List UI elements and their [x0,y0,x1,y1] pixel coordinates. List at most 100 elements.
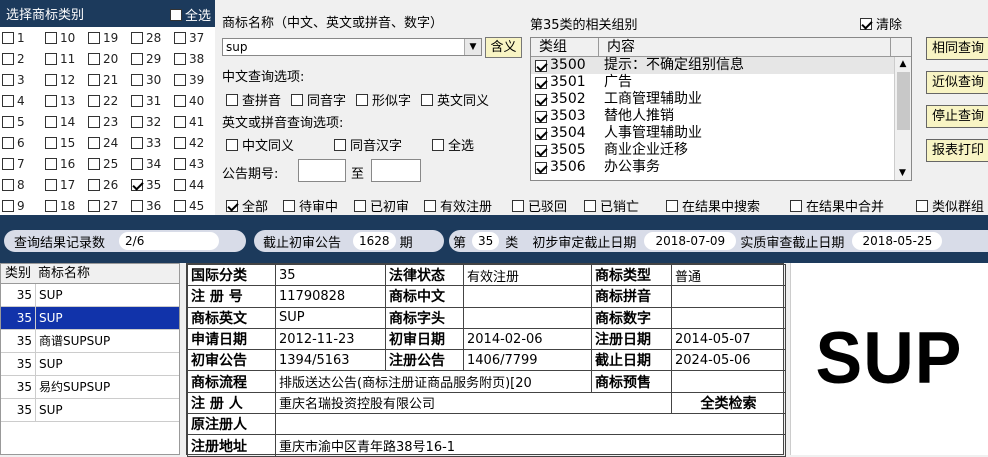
category-option[interactable]: 7 [0,157,43,171]
category-option[interactable]: 12 [43,73,86,87]
category-checkbox[interactable] [2,115,14,128]
select-all-categories[interactable]: 全选 [169,5,211,24]
category-checkbox[interactable] [88,115,100,128]
group-row[interactable]: 3506 办公事务 [531,159,911,176]
category-option[interactable]: 34 [129,157,172,171]
category-checkbox[interactable] [2,94,14,107]
category-checkbox[interactable] [174,52,186,65]
category-checkbox[interactable] [88,199,100,212]
category-option[interactable]: 40 [172,94,215,108]
category-option[interactable]: 1 [0,31,43,45]
name-input[interactable]: sup [222,38,482,56]
group-list-scrollbar[interactable]: ▲ ▼ [894,57,911,180]
category-option[interactable]: 27 [86,199,129,213]
meaning-button[interactable]: 含义 [485,37,522,58]
category-checkbox[interactable] [45,157,57,170]
group-checkbox[interactable] [535,144,547,157]
category-checkbox[interactable] [45,73,57,86]
category-option[interactable]: 45 [172,199,215,213]
group-row[interactable]: 3500 提示：不确定组别信息 [531,57,911,74]
category-option[interactable]: 41 [172,115,215,129]
category-checkbox[interactable] [45,115,57,128]
category-option[interactable]: 24 [86,136,129,150]
category-checkbox[interactable] [131,31,143,44]
category-checkbox[interactable] [174,178,186,191]
category-option[interactable]: 22 [86,94,129,108]
query-option[interactable]: 查拼音 [226,90,281,109]
category-checkbox[interactable] [174,94,186,107]
query-option[interactable]: 中文同义 [226,135,294,154]
category-option[interactable]: 26 [86,178,129,192]
category-checkbox[interactable] [45,199,57,212]
category-checkbox[interactable] [131,52,143,65]
query-option[interactable]: 形似字 [356,90,411,109]
result-row[interactable]: 35 SUP [1,399,179,422]
category-checkbox[interactable] [2,73,14,86]
category-option[interactable]: 39 [172,73,215,87]
group-row[interactable]: 3501 广告 [531,74,911,91]
group-row[interactable]: 3502 工商管理辅助业 [531,91,911,108]
category-option[interactable]: 11 [43,52,86,66]
filter-all[interactable]: 全部 [226,196,268,215]
query-option[interactable]: 同音汉字 [334,135,402,154]
scroll-thumb[interactable] [896,72,910,130]
category-option[interactable]: 28 [129,31,172,45]
option-checkbox[interactable] [356,93,369,106]
category-checkbox[interactable] [88,52,100,65]
category-option[interactable]: 30 [129,73,172,87]
print-report-button[interactable]: 报表打印 [926,139,988,162]
group-checkbox[interactable] [535,76,547,89]
stop-query-button[interactable]: 停止查询 [926,105,988,128]
result-row[interactable]: 35 SUP [1,353,179,376]
category-option[interactable]: 35 [129,178,172,192]
category-option[interactable]: 32 [129,115,172,129]
category-checkbox[interactable] [45,52,57,65]
category-checkbox[interactable] [174,199,186,212]
category-checkbox[interactable] [131,157,143,170]
category-checkbox[interactable] [45,136,57,149]
category-checkbox[interactable] [174,31,186,44]
same-query-button[interactable]: 相同查询 [926,37,988,60]
group-checkbox[interactable] [535,161,547,174]
category-checkbox[interactable] [88,31,100,44]
similar-query-button[interactable]: 近似查询 [926,71,988,94]
filter-all-checkbox[interactable] [226,199,238,212]
option-checkbox[interactable] [226,93,238,106]
select-all-checkbox[interactable] [169,8,182,21]
option-checkbox[interactable] [432,138,445,151]
category-checkbox[interactable] [45,31,57,44]
query-option[interactable]: 同音字 [291,90,346,109]
category-option[interactable]: 33 [129,136,172,150]
category-checkbox[interactable] [88,178,100,191]
category-checkbox[interactable] [88,157,100,170]
group-checkbox[interactable] [535,110,547,123]
category-option[interactable]: 31 [129,94,172,108]
category-checkbox[interactable] [2,31,14,44]
category-checkbox[interactable] [174,73,186,86]
category-option[interactable]: 9 [0,199,43,213]
search-in-results[interactable]: 在结果中搜索 [666,196,760,215]
filter-valid[interactable]: 有效注册 [424,196,492,215]
category-option[interactable]: 14 [43,115,86,129]
category-checkbox[interactable] [2,136,14,149]
category-checkbox[interactable] [131,178,143,191]
chevron-down-icon[interactable]: ▼ [464,39,481,55]
category-checkbox[interactable] [88,73,100,86]
category-checkbox[interactable] [2,157,14,170]
category-option[interactable]: 25 [86,157,129,171]
category-option[interactable]: 3 [0,73,43,87]
flow-value[interactable]: 排版送达公告(商标注册证商品服务附页)[20 [275,370,592,393]
category-checkbox[interactable] [2,199,14,212]
category-option[interactable]: 36 [129,199,172,213]
category-checkbox[interactable] [131,136,143,149]
category-option[interactable]: 5 [0,115,43,129]
group-row[interactable]: 3504 人事管理辅助业 [531,125,911,142]
category-option[interactable]: 42 [172,136,215,150]
category-option[interactable]: 23 [86,115,129,129]
option-checkbox[interactable] [291,93,304,106]
scroll-down-icon[interactable]: ▼ [899,168,906,178]
category-option[interactable]: 16 [43,157,86,171]
result-row[interactable]: 35 SUP [1,307,179,330]
category-option[interactable]: 37 [172,31,215,45]
query-option[interactable]: 全选 [432,135,474,154]
